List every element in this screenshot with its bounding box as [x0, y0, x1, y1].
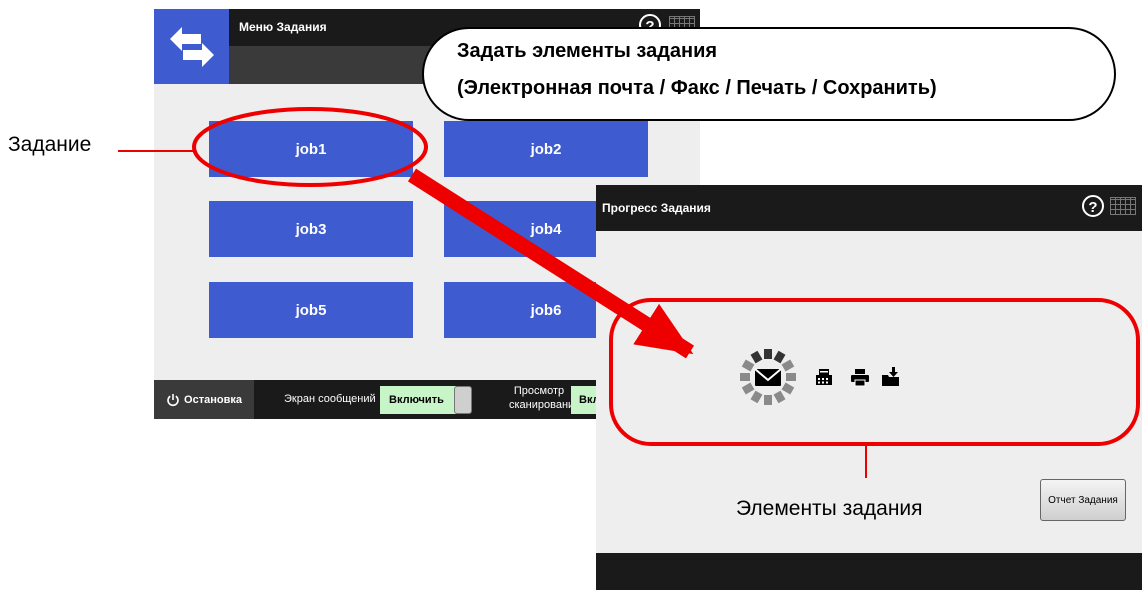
message-screen-toggle[interactable]: Включить: [380, 386, 456, 414]
fax-icon: [816, 369, 832, 385]
callout-subtitle: (Электронная почта / Факс / Печать / Сох…: [457, 77, 937, 99]
window-title: Прогресс Задания: [602, 201, 711, 215]
job2-button[interactable]: job2: [444, 121, 648, 177]
save-icon: [882, 367, 899, 386]
callout-title: Задать элементы задания: [457, 40, 718, 62]
stop-label: Остановка: [184, 393, 242, 406]
spinner-segment: [741, 382, 755, 395]
spinner-segment: [741, 359, 755, 372]
spinner-segment: [750, 350, 763, 364]
spinner-segment: [781, 382, 795, 395]
spinner-segment: [773, 390, 786, 404]
toggle-knob[interactable]: [454, 386, 472, 414]
callout-bubble: Задать элементы задания (Электронная поч…: [422, 27, 1116, 121]
print-icon: [851, 369, 869, 387]
job-items-annotation-label: Элементы задания: [736, 497, 923, 520]
spinner-segment: [773, 350, 786, 364]
spinner-segment: [781, 359, 795, 372]
job-annotation-label: Задание: [8, 133, 92, 156]
message-screen-label: Экран сообщений: [284, 393, 376, 405]
footer-bar: [596, 553, 1142, 590]
job3-button[interactable]: job3: [209, 201, 413, 257]
window-title: Меню Задания: [239, 20, 327, 34]
swap-arrows-icon: [169, 26, 214, 67]
job-items-row: [740, 349, 899, 405]
job-report-button[interactable]: Отчет Задания: [1040, 479, 1126, 521]
job5-button[interactable]: job5: [209, 282, 413, 338]
back-button[interactable]: [154, 9, 229, 84]
help-icon[interactable]: ?: [1082, 195, 1104, 217]
scan-preview-label: Просмотр сканирования: [509, 384, 581, 412]
email-icon: [740, 349, 796, 405]
scan-preview-label-line2: сканирования: [509, 399, 581, 411]
keyboard-icon[interactable]: [1110, 197, 1136, 215]
scan-preview-label-line1: Просмотр: [513, 385, 565, 397]
job-progress-window: Прогресс Задания ? Отчет Задания: [596, 185, 1142, 590]
job1-button[interactable]: job1: [209, 121, 413, 177]
stop-button[interactable]: Остановка: [154, 380, 254, 419]
spinner-segment: [750, 390, 763, 404]
power-icon: [167, 393, 179, 406]
title-bar: Прогресс Задания ?: [596, 185, 1142, 231]
